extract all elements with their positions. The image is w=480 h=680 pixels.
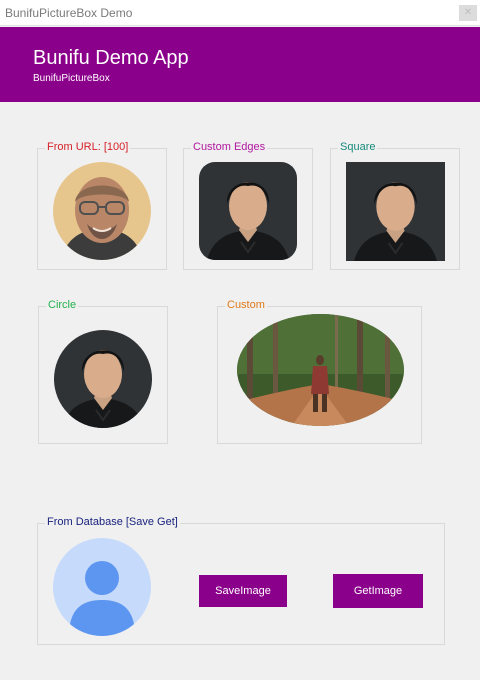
url-portrait-circle (53, 162, 151, 260)
save-image-button[interactable]: SaveImage (199, 575, 287, 607)
group-from-url: From URL: [100] (37, 141, 167, 270)
app-subtitle: BunifuPictureBox (33, 73, 110, 84)
group-custom-label: Custom (225, 299, 267, 311)
default-avatar-image (53, 538, 151, 636)
group-custom-edges-label: Custom Edges (191, 141, 268, 153)
group-square: Square (330, 141, 460, 270)
group-custom-edges: Custom Edges (183, 141, 313, 270)
group-from-database: From Database [Save Get] SaveImage GetIm… (37, 516, 445, 645)
custom-edges-portrait (199, 162, 297, 260)
window-title: BunifuPictureBox Demo (5, 6, 133, 20)
app-header: Bunifu Demo App BunifuPictureBox (0, 27, 480, 102)
custom-shape-forest-image (237, 314, 404, 426)
group-circle: Circle (38, 299, 168, 444)
square-portrait (346, 162, 445, 261)
window-titlebar: BunifuPictureBox Demo ✕ (0, 0, 480, 26)
close-icon: ✕ (463, 7, 473, 18)
group-square-label: Square (338, 141, 378, 153)
circle-portrait (54, 330, 152, 428)
group-custom: Custom (217, 299, 422, 444)
close-button[interactable]: ✕ (459, 5, 477, 21)
app-title: Bunifu Demo App (33, 47, 189, 69)
group-from-url-label: From URL: [100] (45, 141, 131, 153)
group-circle-label: Circle (46, 299, 79, 311)
get-image-button[interactable]: GetImage (333, 574, 423, 608)
group-from-database-label: From Database [Save Get] (45, 516, 180, 528)
